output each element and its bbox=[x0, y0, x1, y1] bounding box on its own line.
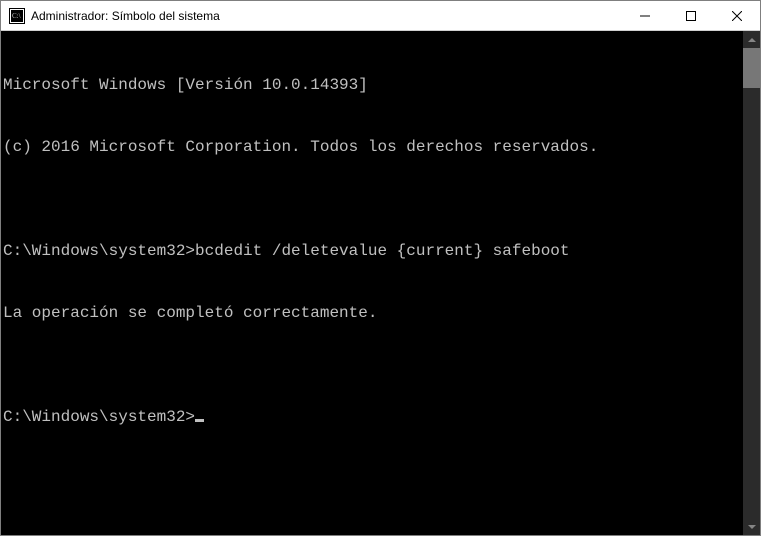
scroll-down-button[interactable] bbox=[743, 518, 760, 535]
cmd-icon: C:\ bbox=[9, 8, 25, 24]
svg-text:C:\: C:\ bbox=[12, 12, 21, 20]
scroll-thumb[interactable] bbox=[743, 48, 760, 88]
window-title: Administrador: Símbolo del sistema bbox=[31, 9, 622, 23]
terminal-line: (c) 2016 Microsoft Corporation. Todos lo… bbox=[3, 137, 743, 158]
terminal-area: Microsoft Windows [Versión 10.0.14393] (… bbox=[1, 31, 760, 535]
scroll-up-button[interactable] bbox=[743, 31, 760, 48]
terminal-line: C:\Windows\system32>bcdedit /deletevalue… bbox=[3, 241, 743, 262]
titlebar[interactable]: C:\ Administrador: Símbolo del sistema bbox=[1, 1, 760, 31]
terminal-line: La operación se completó correctamente. bbox=[3, 303, 743, 324]
vertical-scrollbar[interactable] bbox=[743, 31, 760, 535]
minimize-button[interactable] bbox=[622, 1, 668, 30]
terminal-output[interactable]: Microsoft Windows [Versión 10.0.14393] (… bbox=[1, 31, 743, 535]
command-prompt-window: C:\ Administrador: Símbolo del sistema M… bbox=[0, 0, 761, 536]
terminal-prompt-line: C:\Windows\system32> bbox=[3, 407, 743, 428]
close-button[interactable] bbox=[714, 1, 760, 30]
maximize-button[interactable] bbox=[668, 1, 714, 30]
terminal-prompt: C:\Windows\system32> bbox=[3, 408, 195, 426]
cursor-icon bbox=[195, 419, 204, 422]
window-controls bbox=[622, 1, 760, 30]
terminal-line: Microsoft Windows [Versión 10.0.14393] bbox=[3, 75, 743, 96]
